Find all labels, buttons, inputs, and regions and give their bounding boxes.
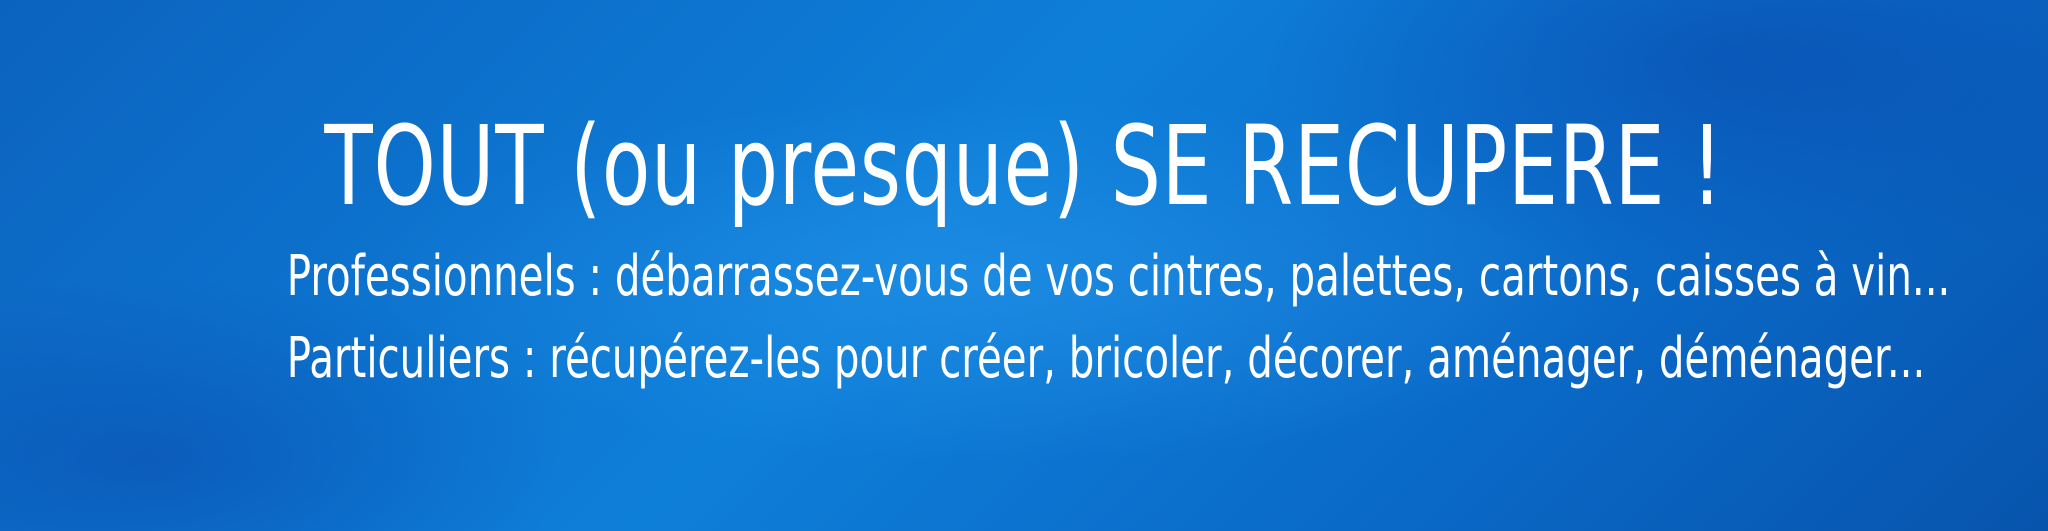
banner-text-block: TOUT (ou presque) SE RECUPERE ! Professi… — [0, 96, 2048, 400]
individuals-message: Particuliers : récupérez-les pour créer,… — [286, 326, 1926, 391]
banner-headline: TOUT (ou presque) SE RECUPERE ! — [324, 102, 1724, 230]
promo-banner: TOUT (ou presque) SE RECUPERE ! Professi… — [0, 0, 2048, 531]
professionals-message: Professionnels : débarrassez-vous de vos… — [286, 244, 1951, 309]
